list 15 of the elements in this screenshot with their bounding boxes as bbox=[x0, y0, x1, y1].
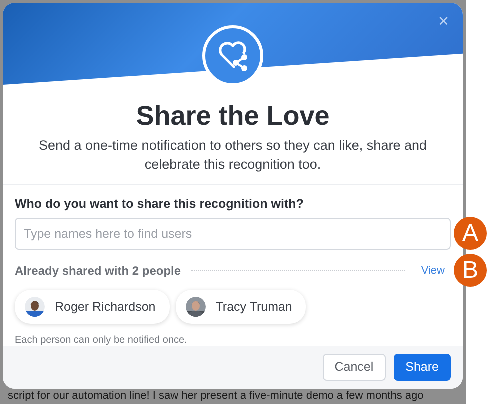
cancel-button[interactable]: Cancel bbox=[322, 354, 386, 381]
person-name: Tracy Truman bbox=[216, 300, 292, 314]
person-name: Roger Richardson bbox=[55, 300, 156, 314]
question-label: Who do you want to share this recognition with? bbox=[15, 196, 305, 211]
close-button[interactable]: × bbox=[434, 11, 453, 32]
callout-badge: A bbox=[454, 217, 487, 250]
search-field[interactable]: Type names here to find users bbox=[15, 218, 451, 250]
notice-text: Each person can only be notified once. bbox=[15, 334, 188, 346]
view-link[interactable]: View bbox=[421, 264, 445, 277]
dialog-title: Share the Love bbox=[136, 101, 330, 132]
dialog-subtitle: Send a one-time notification to others so they can like, share and celebrate this recognition too. bbox=[38, 137, 428, 174]
callout-badge: B bbox=[454, 254, 487, 287]
shared-label: Already shared with 2 people bbox=[15, 264, 182, 278]
share-button[interactable]: Share bbox=[394, 354, 451, 381]
background-text: script for our automation line! I saw her present a five-minute demo a few months ago bbox=[8, 390, 424, 403]
